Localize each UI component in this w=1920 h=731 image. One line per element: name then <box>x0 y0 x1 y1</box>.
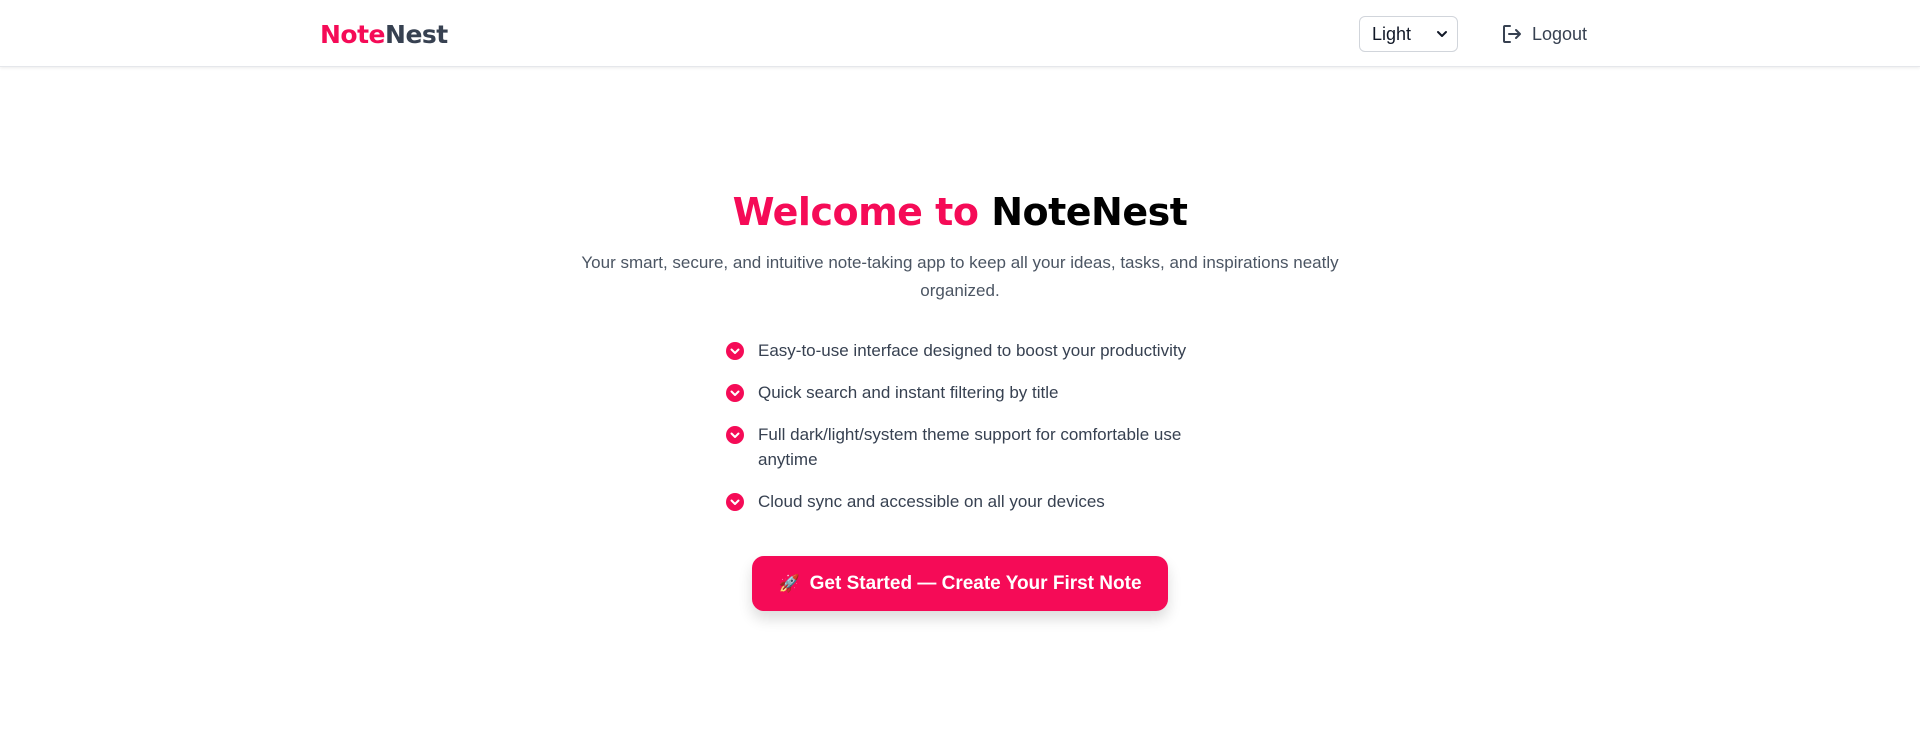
logout-label: Logout <box>1532 23 1588 44</box>
theme-select-value: Light <box>1372 23 1412 44</box>
feature-text: Cloud sync and accessible on all your de… <box>758 492 1105 511</box>
list-item: Cloud sync and accessible on all your de… <box>726 489 1196 514</box>
hero-title-accent: Welcome to <box>732 190 979 234</box>
feature-text: Full dark/light/system theme support for… <box>758 425 1182 469</box>
hero-title-brand: NoteNest <box>991 190 1188 234</box>
check-circle-icon <box>726 384 744 402</box>
list-item: Full dark/light/system theme support for… <box>726 422 1196 472</box>
feature-list: Easy-to-use interface designed to boost … <box>726 338 1196 531</box>
brand-logo[interactable]: NoteNest <box>320 18 448 52</box>
get-started-label: Get Started — Create Your First Note <box>809 572 1142 594</box>
brand-logo-note: Note <box>320 20 386 49</box>
chevron-down-icon <box>1437 31 1447 37</box>
theme-select[interactable]: Light <box>1359 16 1458 52</box>
logout-icon <box>1503 25 1521 43</box>
list-item: Quick search and instant filtering by ti… <box>726 380 1196 405</box>
navbar: NoteNest Light Logout <box>0 0 1920 67</box>
rocket-icon: 🚀 <box>778 573 800 593</box>
check-circle-icon <box>726 426 744 444</box>
logout-button[interactable]: Logout <box>1500 20 1587 48</box>
get-started-button[interactable]: 🚀 Get Started — Create Your First Note <box>752 556 1168 611</box>
check-circle-icon <box>726 493 744 511</box>
hero-title: Welcome to NoteNest <box>0 186 1920 238</box>
check-circle-icon <box>726 342 744 360</box>
brand-logo-nest: Nest <box>385 20 448 49</box>
hero-subtitle: Your smart, secure, and intuitive note-t… <box>581 253 1339 300</box>
feature-text: Easy-to-use interface designed to boost … <box>758 341 1187 360</box>
list-item: Easy-to-use interface designed to boost … <box>726 338 1196 363</box>
feature-text: Quick search and instant filtering by ti… <box>758 383 1059 402</box>
